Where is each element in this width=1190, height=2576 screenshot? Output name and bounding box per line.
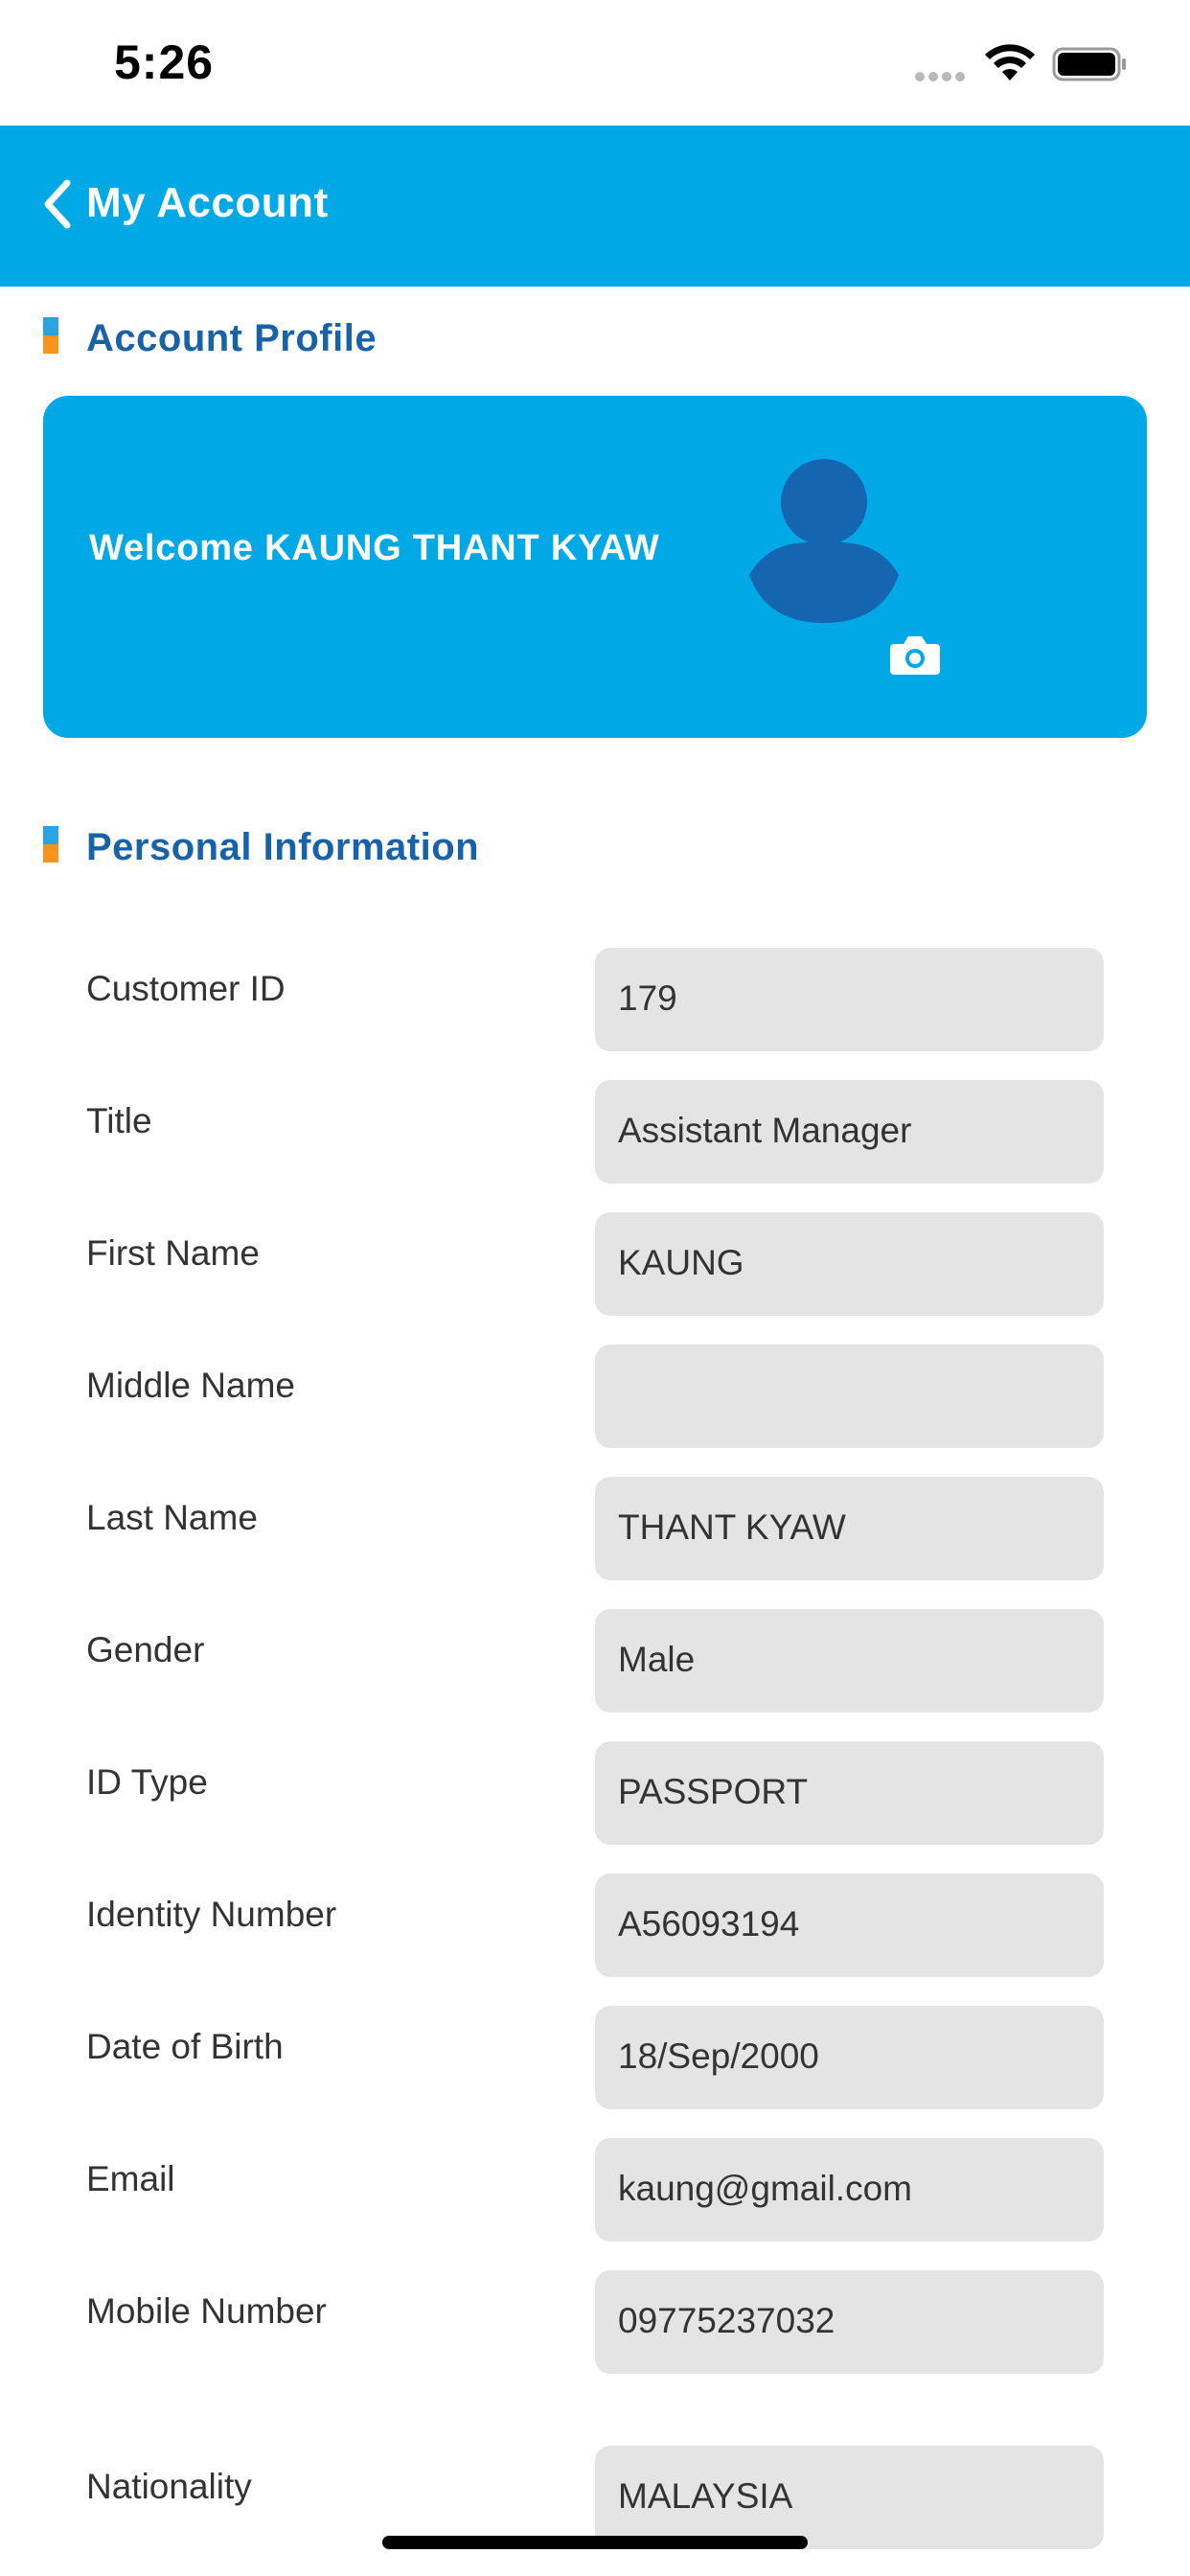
profile-card: Welcome KAUNG THANT KYAW <box>43 396 1147 738</box>
form-row-middle-name: Middle Name <box>0 1345 1190 1448</box>
mobile-number-label: Mobile Number <box>86 2291 327 2331</box>
form-row-id-type: ID Type PASSPORT <box>0 1741 1190 1845</box>
status-bar: 5:26 <box>0 0 1190 126</box>
title-field[interactable]: Assistant Manager <box>595 1080 1104 1184</box>
wifi-icon <box>985 44 1035 80</box>
nationality-label: Nationality <box>86 2467 252 2506</box>
welcome-text: Welcome KAUNG THANT KYAW <box>89 528 660 568</box>
personal-information-title: Personal Information <box>86 826 480 868</box>
last-name-field[interactable]: THANT KYAW <box>595 1477 1104 1580</box>
title-label: Title <box>86 1101 152 1140</box>
account-profile-title: Account Profile <box>86 317 378 359</box>
last-name-label: Last Name <box>86 1498 258 1537</box>
battery-icon <box>1052 47 1126 81</box>
gender-field[interactable]: Male <box>595 1609 1104 1713</box>
first-name-label: First Name <box>86 1233 260 1273</box>
middle-name-field[interactable] <box>595 1345 1104 1448</box>
camera-icon[interactable] <box>888 632 942 677</box>
form-row-title: Title Assistant Manager <box>0 1080 1190 1184</box>
gender-label: Gender <box>86 1630 205 1669</box>
status-time: 5:26 <box>114 35 215 89</box>
nav-title[interactable]: My Account <box>86 179 329 227</box>
form-row-nationality: Nationality MALAYSIA <box>0 2446 1190 2549</box>
chevron-left-icon[interactable] <box>38 175 77 233</box>
id-type-field[interactable]: PASSPORT <box>595 1741 1104 1845</box>
email-field[interactable]: kaung@gmail.com <box>595 2138 1104 2242</box>
section-marker <box>43 317 58 354</box>
customer-id-label: Customer ID <box>86 969 286 1008</box>
form-row-date-of-birth: Date of Birth 18/Sep/2000 <box>0 2006 1190 2109</box>
cellular-signal-icon <box>915 69 973 81</box>
user-avatar-icon <box>749 459 899 623</box>
form-row-customer-id: Customer ID 179 <box>0 948 1190 1051</box>
form-row-identity-number: Identity Number A56093194 <box>0 1874 1190 1977</box>
date-of-birth-field[interactable]: 18/Sep/2000 <box>595 2006 1104 2109</box>
middle-name-label: Middle Name <box>86 1366 295 1405</box>
form-row-gender: Gender Male <box>0 1609 1190 1713</box>
first-name-field[interactable]: KAUNG <box>595 1212 1104 1316</box>
form-row-first-name: First Name KAUNG <box>0 1212 1190 1316</box>
id-type-label: ID Type <box>86 1762 208 1802</box>
date-of-birth-label: Date of Birth <box>86 2027 284 2066</box>
nav-bar: My Account <box>0 126 1190 287</box>
identity-number-field[interactable]: A56093194 <box>595 1874 1104 1977</box>
home-indicator[interactable] <box>382 2536 808 2549</box>
form-row-email: Email kaung@gmail.com <box>0 2138 1190 2242</box>
section-marker <box>43 826 58 862</box>
identity-number-label: Identity Number <box>86 1895 337 1934</box>
form-row-last-name: Last Name THANT KYAW <box>0 1477 1190 1580</box>
nationality-field[interactable]: MALAYSIA <box>595 2446 1104 2549</box>
mobile-number-field[interactable]: 09775237032 <box>595 2270 1104 2374</box>
email-label: Email <box>86 2159 175 2198</box>
form-row-mobile-number: Mobile Number 09775237032 <box>0 2270 1190 2374</box>
customer-id-field[interactable]: 179 <box>595 948 1104 1051</box>
